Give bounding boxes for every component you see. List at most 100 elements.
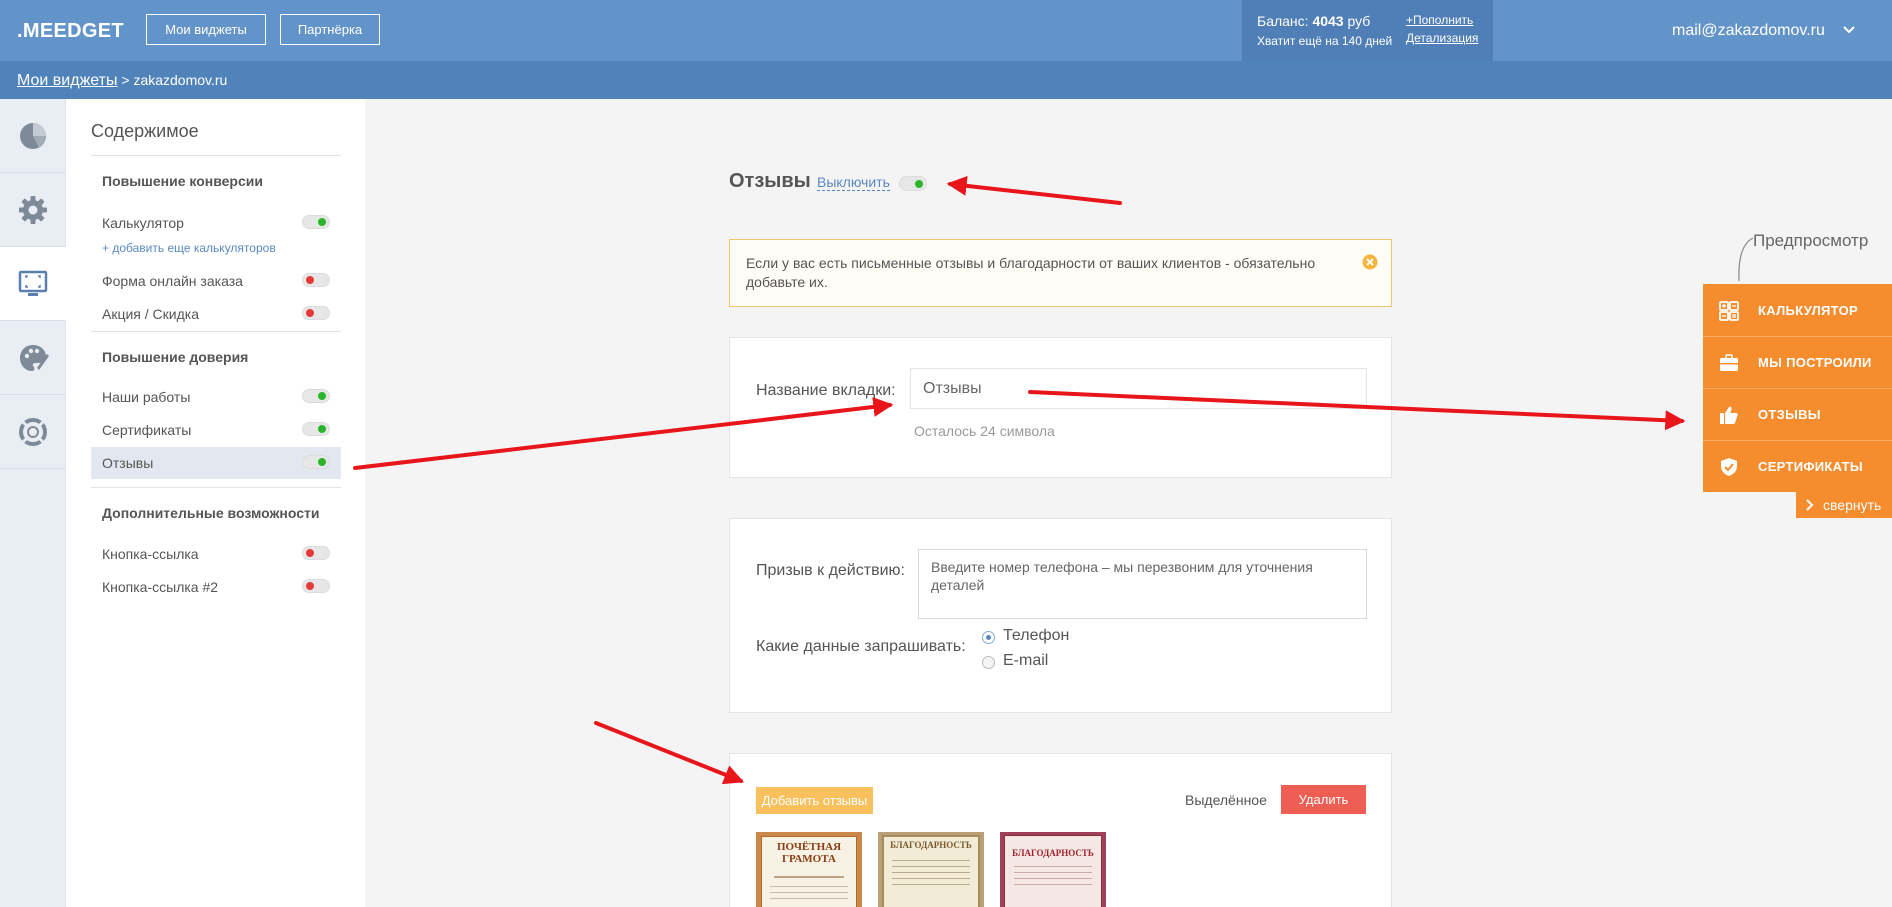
thumbnail-title: ПОЧЁТНАЯ ГРАМОТА [776,841,842,865]
review-thumbnail[interactable]: БЛАГОДАРНОСТЬ [1000,832,1106,907]
menu-item-label: Акция / Скидка [102,306,199,322]
menu-item-label: Наши работы [102,389,191,405]
top-bar: .MEEDGET Мои виджеты Партнёрка Баланс: 4… [0,0,1892,61]
close-icon[interactable] [1362,254,1378,270]
phone-radio[interactable] [982,631,995,644]
details-link[interactable]: Детализация [1406,31,1478,45]
calculator-toggle[interactable] [302,215,330,229]
menu-item-label: Калькулятор [102,215,184,231]
arrow [594,721,745,785]
reviews-gallery-card: Добавить отзывы Выделённое Удалить ПОЧЁТ… [729,753,1392,907]
breadcrumb-separator: > [117,72,134,88]
partner-button[interactable]: Партнёрка [280,14,380,45]
email-radio-label[interactable]: E-mail [1003,652,1048,670]
user-email[interactable]: mail@zakazdomov.ru [1672,22,1825,40]
palette-icon [20,344,49,371]
menu-title: Содержимое [91,121,199,141]
tab-name-input[interactable] [910,368,1367,409]
delete-button[interactable]: Удалить [1281,785,1366,814]
menu-item-link-button-2[interactable]: Кнопка-ссылка #2 [91,571,341,603]
add-calculators-link[interactable]: + добавить еще калькуляторов [102,241,276,255]
rail-stats[interactable] [0,99,66,173]
my-widgets-button[interactable]: Мои виджеты [146,14,266,45]
pie-chart-icon [20,122,47,149]
divider [91,155,341,156]
menu-group-trust: Повышение доверия [102,349,249,365]
icon-rail [0,99,66,907]
preview-item-built[interactable]: МЫ ПОСТРОИЛИ [1703,336,1892,388]
rail-settings[interactable] [0,173,66,247]
certificates-toggle[interactable] [302,422,330,436]
menu-item-label: Отзывы [102,455,154,471]
promo-toggle[interactable] [302,306,330,320]
app-logo[interactable]: .MEEDGET [17,20,124,43]
menu-item-calculator[interactable]: Калькулятор [91,207,341,239]
selected-label: Выделённое [1185,792,1267,808]
menu-group-extra: Дополнительные возможности [102,505,320,521]
menu-item-label: Кнопка-ссылка [102,546,199,562]
menu-item-label: Сертификаты [102,422,192,438]
disable-link[interactable]: Выключить [817,175,890,191]
divider [91,487,341,488]
add-reviews-button[interactable]: Добавить отзывы [756,787,873,814]
balance-text: Баланс: 4043 руб [1257,13,1370,29]
review-thumbnail[interactable]: БЛАГОДАРНОСТЬ [878,832,984,907]
collapse-button[interactable]: свернуть [1796,492,1892,518]
tab-name-label: Название вкладки: [756,382,896,399]
collapse-label: свернуть [1823,497,1882,513]
reviews-enabled-toggle[interactable] [899,176,927,191]
preview-item-reviews[interactable]: ОТЗЫВЫ [1703,388,1892,440]
chars-left-hint: Осталось 24 символа [914,423,1055,439]
email-radio[interactable] [982,656,995,669]
menu-item-link-button[interactable]: Кнопка-ссылка [91,538,341,570]
page-title: Отзывы [729,170,811,192]
preview-item-label: КАЛЬКУЛЯТОР [1758,303,1858,318]
preview-label: Предпросмотр [1753,231,1869,250]
preview-item-calculator[interactable]: КАЛЬКУЛЯТОР [1703,284,1892,336]
tab-name-card: Название вкладки: Осталось 24 символа [729,337,1392,478]
menu-item-certificates[interactable]: Сертификаты [91,414,341,446]
chevron-right-icon [1806,499,1814,511]
lifebuoy-icon [19,417,47,446]
breadcrumb-root-link[interactable]: Мои виджеты [17,72,117,89]
thumbs-up-icon [1720,406,1738,424]
online-order-toggle[interactable] [302,273,330,287]
preview-item-label: МЫ ПОСТРОИЛИ [1758,355,1872,370]
screen-icon [18,270,48,296]
preview-widget: КАЛЬКУЛЯТОР МЫ ПОСТРОИЛИ ОТЗЫВЫ СЕРТИФИК… [1703,284,1892,492]
rail-content[interactable] [0,247,66,321]
balance-amount: 4043 [1312,13,1344,29]
reviews-toggle[interactable] [302,455,330,469]
rail-support[interactable] [0,395,66,469]
topup-link[interactable]: +Пополнить [1406,13,1473,27]
balance-box: Баланс: 4043 руб Хватит ещё на 140 дней … [1242,0,1493,61]
menu-item-reviews[interactable]: Отзывы [91,447,341,479]
menu-group-conversion: Повышение конверсии [102,173,263,189]
thumbnail-title: БЛАГОДАРНОСТЬ [890,840,972,850]
phone-radio-label[interactable]: Телефон [1003,627,1069,645]
rail-design[interactable] [0,321,66,395]
link-button-toggle[interactable] [302,546,330,560]
preview-item-certificates[interactable]: СЕРТИФИКАТЫ [1703,440,1892,492]
preview-pointer [1738,237,1754,282]
menu-item-our-works[interactable]: Наши работы [91,381,341,413]
cta-textarea[interactable]: Введите номер телефона – мы перезвоним д… [918,549,1367,619]
content-menu: Содержимое Повышение конверсии Калькулят… [66,99,365,907]
menu-item-label: Кнопка-ссылка #2 [102,579,219,595]
link-button-2-toggle[interactable] [302,579,330,593]
gear-icon [19,195,47,224]
shield-icon [1721,458,1737,476]
breadcrumb: Мои виджеты > zakazdomov.ru [17,72,227,90]
notice-text: Если у вас есть письменные отзывы и благ… [746,255,1316,290]
breadcrumb-current: zakazdomov.ru [133,72,228,88]
chevron-down-icon[interactable] [1841,23,1857,37]
menu-item-label: Форма онлайн заказа [102,273,243,289]
breadcrumb-bar: Мои виджеты > zakazdomov.ru [0,61,1892,99]
preview-item-label: СЕРТИФИКАТЫ [1758,459,1863,474]
balance-days: Хватит ещё на 140 дней [1257,34,1393,48]
menu-item-promo[interactable]: Акция / Скидка [91,298,341,330]
our-works-toggle[interactable] [302,389,330,403]
review-thumbnail[interactable]: ПОЧЁТНАЯ ГРАМОТА [756,832,862,907]
request-data-label: Какие данные запрашивать: [756,638,966,655]
menu-item-online-order[interactable]: Форма онлайн заказа [91,265,341,297]
